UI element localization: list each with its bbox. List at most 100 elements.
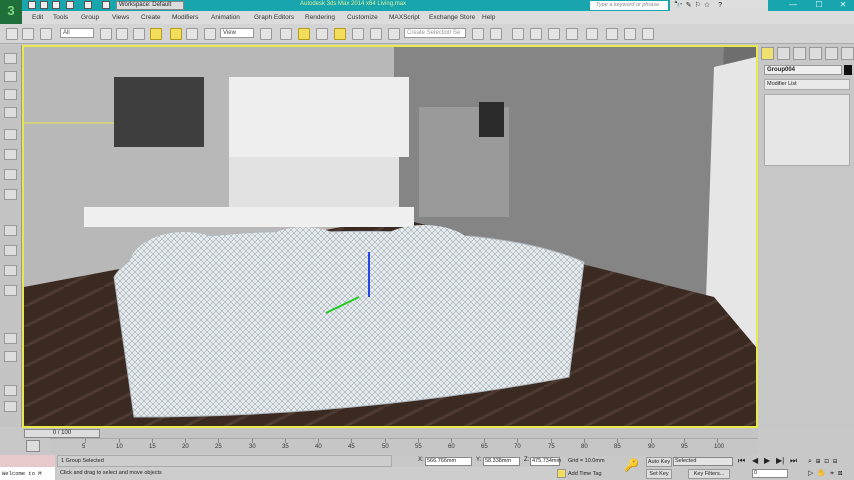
render-setup-icon[interactable] — [606, 28, 618, 40]
infocenter-icons[interactable]: 🔭✎⚐☆ ? — [670, 0, 768, 11]
maxscript-listener-mini[interactable] — [0, 455, 55, 467]
key-mode-dropdown[interactable]: Selected — [673, 457, 733, 466]
angle-snap-icon[interactable] — [334, 28, 346, 40]
reference-coordinate-dropdown[interactable]: View — [220, 28, 254, 38]
add-time-tag[interactable]: Add Time Tag — [568, 471, 602, 477]
object-name-field[interactable]: Group004 — [764, 65, 842, 75]
time-slider-thumb[interactable]: 0 / 100 — [24, 429, 100, 438]
select-scale-icon[interactable] — [204, 28, 216, 40]
unlink-icon[interactable] — [22, 28, 34, 40]
manipulate-icon[interactable] — [280, 28, 292, 40]
select-by-name-icon[interactable] — [116, 28, 128, 40]
percent-snap-icon[interactable] — [352, 28, 364, 40]
go-to-end-icon[interactable]: ⏭ — [790, 456, 797, 466]
window-crossing-icon[interactable] — [150, 28, 162, 40]
maximize-button[interactable]: ☐ — [806, 0, 832, 11]
key-filters-button[interactable]: Key Filters... — [688, 469, 730, 479]
object-color-swatch[interactable] — [844, 65, 852, 75]
close-button[interactable]: ✕ — [830, 0, 854, 11]
selection-filter-dropdown[interactable]: All — [60, 28, 94, 38]
open-file-icon[interactable] — [40, 1, 48, 9]
menu-views[interactable]: Views — [112, 14, 129, 21]
new-file-icon[interactable] — [28, 1, 36, 9]
time-tag-icon[interactable] — [557, 469, 566, 478]
ribbon-tool-icon[interactable] — [4, 189, 17, 200]
spinner-snap-icon[interactable] — [370, 28, 382, 40]
render-production-icon[interactable] — [642, 28, 654, 40]
ribbon-tool-icon[interactable] — [4, 129, 17, 140]
search-input[interactable]: Type a keyword or phrase — [590, 1, 668, 10]
viewport-navigation-icons[interactable]: ⌕⊞⊡⊟ — [808, 458, 841, 466]
edit-named-selection-icon[interactable] — [388, 28, 400, 40]
app-menu-button[interactable]: 3 — [0, 0, 22, 24]
ribbon-tool-icon[interactable] — [4, 333, 17, 344]
set-key-mode-icon[interactable]: 🔑 — [624, 458, 639, 472]
ribbon-tool-icon[interactable] — [4, 351, 17, 362]
ribbon-tool-icon[interactable] — [4, 169, 17, 180]
modify-tab-icon[interactable] — [777, 47, 790, 60]
ribbon-tool-icon[interactable] — [4, 149, 17, 160]
next-frame-icon[interactable]: ▶| — [776, 456, 784, 465]
mirror-icon[interactable] — [472, 28, 484, 40]
pivot-center-icon[interactable] — [260, 28, 272, 40]
time-slider[interactable]: 0 / 100 — [22, 428, 758, 438]
menu-edit[interactable]: Edit — [32, 14, 43, 21]
auto-key-button[interactable]: Auto Key — [646, 457, 672, 467]
ribbon-tool-icon[interactable] — [4, 245, 17, 256]
menu-maxscript[interactable]: MAXScript — [389, 14, 420, 21]
menu-help[interactable]: Help — [482, 14, 495, 21]
keyboard-shortcut-toggle-icon[interactable] — [298, 28, 310, 40]
named-selection-set-dropdown[interactable]: Create Selection Se — [404, 28, 466, 38]
ribbon-tool-icon[interactable] — [4, 285, 17, 296]
create-tab-icon[interactable] — [761, 47, 774, 60]
modifier-stack[interactable] — [764, 94, 850, 166]
x-coordinate-field[interactable]: 566.766mm — [425, 457, 472, 466]
ribbon-tool-icon[interactable] — [4, 385, 17, 396]
viewport-navigation-icons-2[interactable]: ▷✋⌖⊠ — [808, 469, 847, 478]
mini-curve-editor-icon[interactable] — [26, 440, 40, 452]
y-coordinate-field[interactable]: 58.338mm — [483, 457, 520, 466]
material-editor-icon[interactable] — [586, 28, 598, 40]
project-folder-icon[interactable] — [102, 1, 110, 9]
menu-exchange-store[interactable]: Exchange Store — [429, 14, 475, 21]
motion-tab-icon[interactable] — [809, 47, 822, 60]
menu-tools[interactable]: Tools — [53, 14, 68, 21]
select-move-icon[interactable] — [170, 28, 182, 40]
schematic-view-icon[interactable] — [566, 28, 578, 40]
display-tab-icon[interactable] — [825, 47, 838, 60]
menu-group[interactable]: Group — [81, 14, 99, 21]
z-coordinate-field[interactable]: 475.734mm — [530, 457, 561, 466]
save-icon[interactable] — [52, 1, 60, 9]
select-rotate-icon[interactable] — [186, 28, 198, 40]
go-to-start-icon[interactable]: ⏮ — [738, 456, 745, 466]
set-key-button[interactable]: Set Key — [646, 469, 672, 479]
curve-editor-icon[interactable] — [548, 28, 560, 40]
play-icon[interactable]: ▶ — [764, 456, 770, 465]
graphite-tools-icon[interactable] — [530, 28, 542, 40]
ribbon-tool-icon[interactable] — [4, 89, 17, 100]
menu-rendering[interactable]: Rendering — [305, 14, 335, 21]
selection-region-icon[interactable] — [133, 28, 145, 40]
undo-icon[interactable] — [66, 1, 74, 9]
ribbon-tool-icon[interactable] — [4, 53, 17, 64]
previous-frame-icon[interactable]: ◀ — [752, 456, 758, 465]
track-bar[interactable]: 5 10 15 20 25 30 35 40 45 50 55 60 65 70 75 80 85 90 95 100 — [50, 438, 758, 454]
ribbon-tool-icon[interactable] — [4, 265, 17, 276]
menu-graph-editors[interactable]: Graph Editors — [254, 14, 294, 21]
current-frame-field[interactable]: 0 — [752, 469, 788, 478]
align-icon[interactable] — [490, 28, 502, 40]
ribbon-tool-icon[interactable] — [4, 71, 17, 82]
redo-icon[interactable] — [84, 1, 92, 9]
modifier-list-dropdown[interactable]: Modifier List — [764, 79, 850, 90]
rendered-frame-window-icon[interactable] — [624, 28, 636, 40]
ribbon-tool-icon[interactable] — [4, 401, 17, 412]
perspective-viewport[interactable] — [22, 45, 758, 428]
select-object-icon[interactable] — [100, 28, 112, 40]
workspace-dropdown[interactable]: Workspace: Default — [116, 1, 184, 10]
ribbon-tool-icon[interactable] — [4, 225, 17, 236]
bind-space-warp-icon[interactable] — [40, 28, 52, 40]
maxscript-mini-listener-text[interactable]: Welcome to M — [0, 467, 55, 480]
hierarchy-tab-icon[interactable] — [793, 47, 806, 60]
utilities-tab-icon[interactable] — [841, 47, 854, 60]
menu-create[interactable]: Create — [141, 14, 161, 21]
